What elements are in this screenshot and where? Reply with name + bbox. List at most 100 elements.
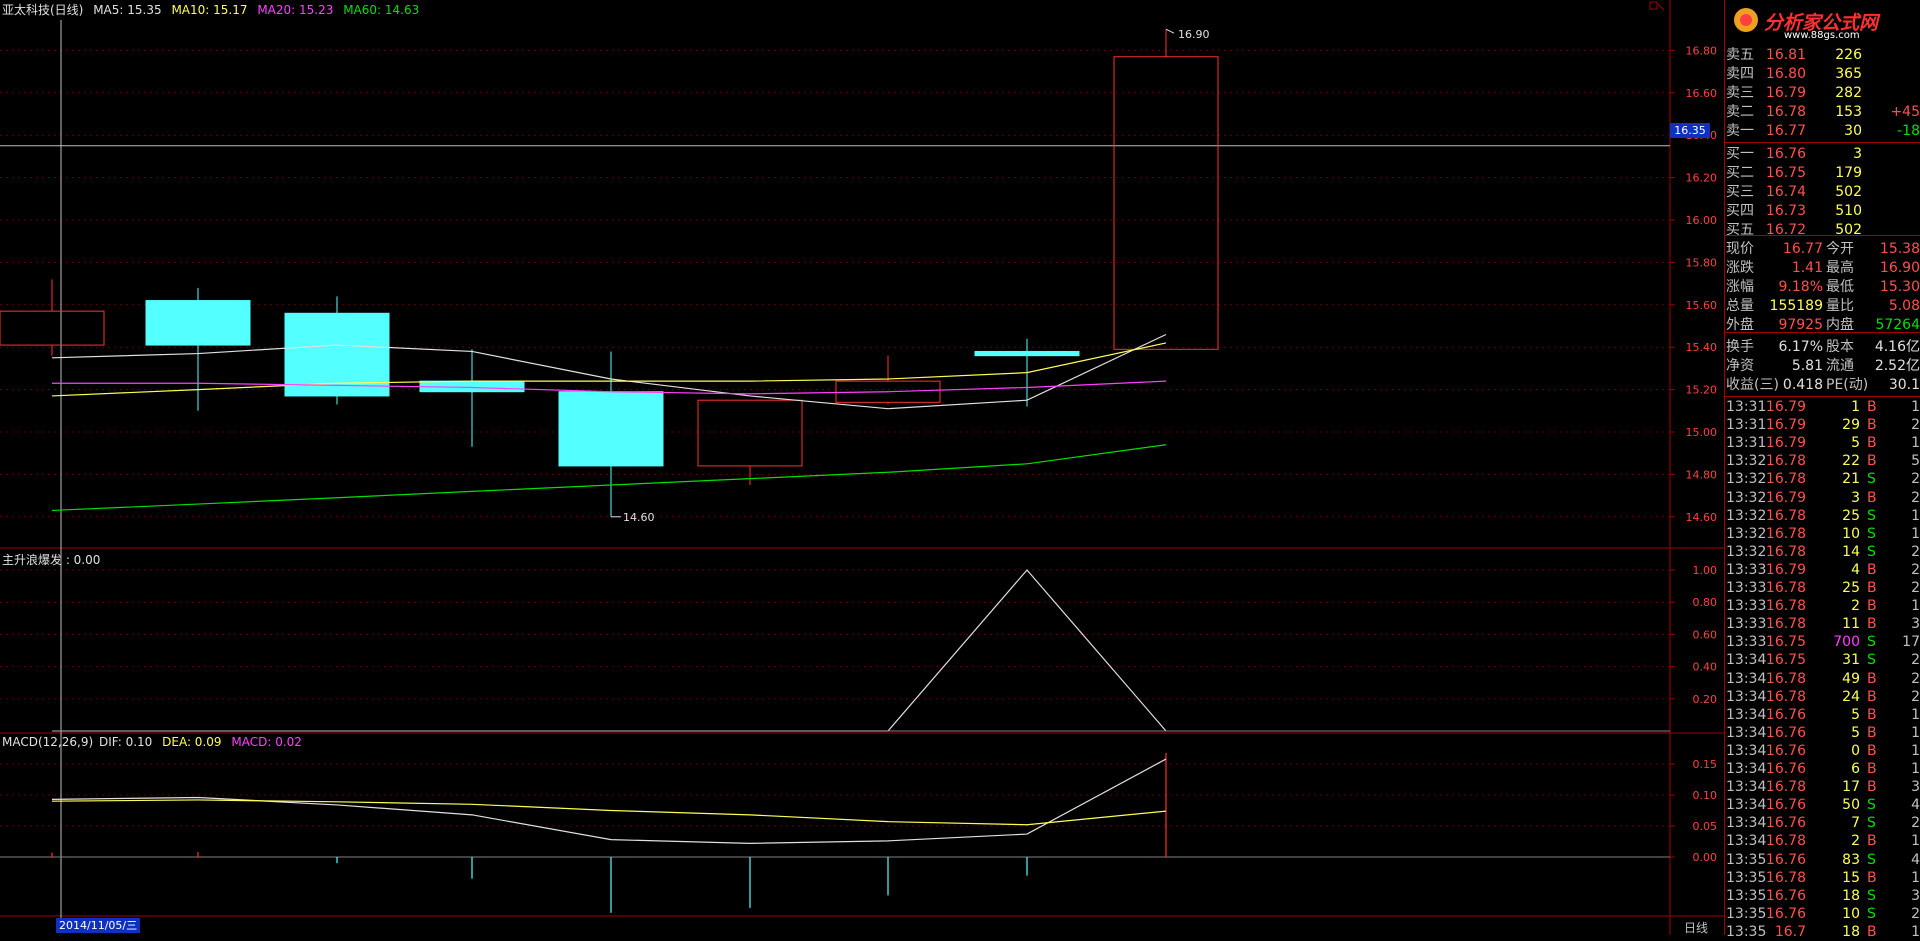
tick-row: 13:34 16.76 50 S 4 — [1726, 796, 1920, 814]
tick-count: 3 — [1911, 779, 1920, 796]
quote-label: 最低 — [1826, 279, 1854, 295]
tick-price: 16.79 — [1765, 489, 1806, 506]
high-marker — [1165, 28, 1175, 34]
tick-price: 16.76 — [1765, 706, 1806, 723]
ask-price: 16.78 — [1765, 104, 1806, 120]
tick-time: 13:32 — [1726, 525, 1767, 542]
high-annotation: 16.90 — [1178, 28, 1210, 41]
tick-price: 16.76 — [1765, 724, 1806, 741]
tick-row: 13:34 16.76 5 B 1 — [1726, 724, 1920, 742]
ask-label: 卖三 — [1726, 85, 1754, 101]
bid-price: 16.76 — [1765, 146, 1806, 162]
tick-price: 16.78 — [1765, 543, 1806, 560]
tick-price: 16.7 — [1774, 923, 1806, 940]
tick-price: 16.78 — [1765, 688, 1806, 705]
tick-side: S — [1867, 525, 1876, 542]
ask-label: 卖二 — [1726, 104, 1754, 120]
tick-side: B — [1867, 923, 1877, 940]
tick-time: 13:32 — [1726, 471, 1767, 488]
tick-side: S — [1867, 851, 1876, 868]
quote-value: 6.17% — [1778, 339, 1823, 355]
price-axis-tick-label: 15.40 — [1686, 341, 1718, 354]
tick-volume: 11 — [1842, 616, 1860, 633]
macd-axis-tick-label: 0.00 — [1693, 851, 1718, 864]
quote-label: 涨跌 — [1726, 260, 1754, 276]
candle-body — [974, 350, 1080, 357]
quote-value: 2.52亿 — [1874, 358, 1920, 374]
tick-row: 13:34 16.76 5 B 1 — [1726, 706, 1920, 724]
ask-volume: 226 — [1835, 47, 1862, 63]
tick-price: 16.76 — [1765, 851, 1806, 868]
tick-row: 13:31 16.79 1 B 1 — [1726, 398, 1920, 416]
tick-row: 13:34 16.76 6 B 1 — [1726, 760, 1920, 778]
quote-label: 净资 — [1726, 358, 1754, 374]
tick-volume: 15 — [1842, 869, 1860, 886]
tick-row: 13:33 16.75 700 S 17 — [1726, 633, 1920, 651]
divider — [1724, 142, 1920, 143]
price-axis-tick-label: 15.00 — [1686, 426, 1718, 439]
tick-price: 16.79 — [1765, 417, 1806, 434]
macd-title: MACD(12,26,9) — [2, 735, 94, 749]
tick-side: S — [1867, 471, 1876, 488]
tick-volume: 3 — [1851, 489, 1860, 506]
stock-title: 亚太科技(日线) — [2, 3, 84, 17]
price-axis-tick-label: 15.80 — [1686, 256, 1718, 269]
kline-chart[interactable]: 16.8016.6016.4016.2016.0015.8015.6015.40… — [0, 0, 1724, 935]
tick-volume: 10 — [1842, 525, 1860, 542]
tick-time: 13:31 — [1726, 399, 1767, 415]
tick-time: 13:32 — [1726, 543, 1767, 560]
tick-price: 16.78 — [1765, 580, 1806, 596]
tick-count: 2 — [1911, 489, 1920, 506]
tick-row: 13:34 16.78 2 B 1 — [1726, 832, 1920, 850]
tick-side: B — [1867, 706, 1877, 723]
price-axis-tick-label: 15.20 — [1686, 384, 1718, 397]
macd-axis-tick-label: 0.10 — [1693, 789, 1718, 802]
bid-label: 买二 — [1726, 165, 1754, 181]
tick-volume: 2 — [1851, 598, 1860, 615]
period-label[interactable]: 日线 — [1684, 919, 1708, 936]
ma20-label: MA20: 15.23 — [257, 3, 334, 17]
quote-label: 量比 — [1826, 298, 1854, 314]
tick-row: 13:34 16.78 49 B 2 — [1726, 670, 1920, 688]
bid-volume: 502 — [1835, 222, 1862, 238]
tick-time: 13:35 — [1726, 887, 1767, 904]
ask-price: 16.81 — [1765, 47, 1806, 63]
price-axis-tick-label: 16.20 — [1686, 172, 1718, 185]
tick-time: 13:35 — [1726, 923, 1767, 940]
tick-volume: 29 — [1842, 417, 1860, 434]
tick-row: 13:35 16.76 18 S 3 — [1726, 887, 1920, 905]
divider — [1724, 235, 1920, 236]
quote-value: 4.16亿 — [1874, 339, 1920, 355]
tick-row: 13:32 16.79 3 B 2 — [1726, 489, 1920, 507]
candle-body — [1113, 56, 1219, 350]
bid-price: 16.73 — [1765, 203, 1806, 219]
tick-side: B — [1867, 670, 1877, 687]
tick-time: 13:34 — [1726, 779, 1767, 796]
tick-volume: 5 — [1851, 706, 1860, 723]
bid-row: 买三 16.74 502 — [1726, 183, 1920, 201]
bid-volume: 510 — [1835, 203, 1862, 219]
crosshair-price-tag: 16.35 — [1670, 123, 1710, 138]
ask-change: -18 — [1897, 123, 1920, 139]
tick-count: 3 — [1911, 616, 1920, 633]
low-annotation: 14.60 — [623, 511, 655, 524]
quote-row: 换手 6.17% 股本 4.16亿 — [1726, 338, 1920, 356]
indicator-axis-tick-label: 0.40 — [1693, 661, 1718, 674]
tick-row: 13:34 16.78 24 B 2 — [1726, 688, 1920, 706]
chart-area[interactable]: 16.8016.6016.4016.2016.0015.8015.6015.40… — [0, 0, 1724, 935]
tick-volume: 18 — [1842, 923, 1860, 940]
ask-label: 卖一 — [1726, 123, 1754, 139]
quote-label: 涨幅 — [1726, 279, 1754, 295]
ask-volume: 153 — [1835, 104, 1862, 120]
candle-body — [145, 300, 251, 346]
tick-time: 13:35 — [1726, 869, 1767, 886]
logo: 分析家公式网 www.88gs.com — [1724, 0, 1920, 44]
tick-volume: 50 — [1842, 797, 1860, 814]
tick-row: 13:35 16.78 15 B 1 — [1726, 869, 1920, 887]
quote-label: 总量 — [1726, 298, 1754, 314]
ask-volume: 365 — [1835, 66, 1862, 82]
tick-count: 1 — [1911, 923, 1920, 940]
tick-volume: 49 — [1842, 670, 1860, 687]
bid-row: 买一 16.76 3 — [1726, 145, 1920, 163]
tick-volume: 2 — [1851, 833, 1860, 850]
